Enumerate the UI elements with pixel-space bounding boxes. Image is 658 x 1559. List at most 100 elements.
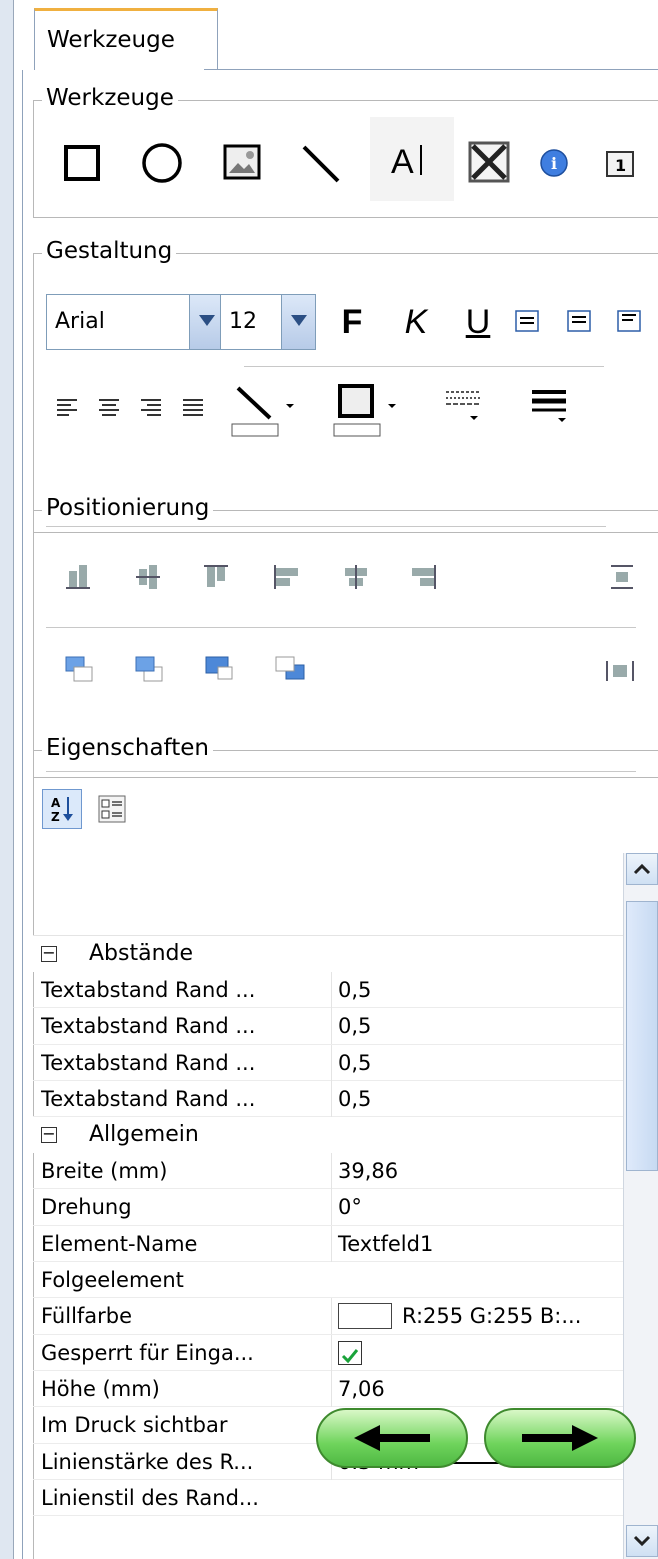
property-key: Drehung (41, 1195, 132, 1220)
property-row[interactable]: Textabstand Rand ... 0,5 (33, 972, 631, 1009)
info-tool-icon[interactable]: i (534, 143, 574, 183)
scroll-down-icon[interactable] (626, 1525, 658, 1557)
text-align-center-icon[interactable] (92, 390, 126, 424)
distribute-horizontal-icon[interactable] (600, 651, 640, 691)
property-key: Gesperrt für Einga... (41, 1340, 254, 1365)
scroll-thumb[interactable] (626, 901, 658, 1171)
property-key: Breite (mm) (41, 1159, 168, 1184)
property-value[interactable]: R:255 G:255 B:... (331, 1298, 631, 1335)
bold-button[interactable]: F (332, 298, 372, 346)
category-allgemein[interactable]: − Allgemein (33, 1117, 631, 1154)
text-align-right-icon[interactable] (134, 390, 168, 424)
align-middle-icon[interactable] (564, 306, 594, 336)
fill-color-icon[interactable] (326, 380, 398, 438)
svg-text:Z: Z (51, 810, 60, 824)
group-title-eigenschaften: Eigenschaften (42, 733, 213, 763)
font-size-value: 12 (229, 309, 257, 334)
distribute-vertical-icon[interactable] (604, 559, 640, 595)
image-tool-icon[interactable] (216, 137, 268, 189)
svg-text:1: 1 (615, 156, 626, 175)
category-abstaende[interactable]: − Abstände (33, 936, 631, 972)
property-key: Füllfarbe (41, 1304, 133, 1329)
property-key: Element-Name (41, 1231, 198, 1256)
property-value[interactable]: 0,5 (331, 972, 631, 1008)
property-key: Linienstil des Rand... (41, 1485, 259, 1510)
category-label: Allgemein (89, 1122, 199, 1148)
font-family-select[interactable]: Arial (46, 294, 224, 350)
border-style-icon[interactable] (440, 384, 486, 430)
property-row[interactable]: Textabstand Rand ... 0,5 (33, 1044, 631, 1081)
align-top-edges-icon[interactable] (198, 559, 234, 595)
align-vertical-center-icon[interactable] (130, 559, 166, 595)
align-bottom-edges-icon[interactable] (60, 559, 96, 595)
ellipse-tool-icon[interactable] (136, 137, 188, 189)
property-row[interactable]: Element-Name Textfeld1 (33, 1225, 631, 1263)
property-key: Linienstärke des R... (41, 1449, 254, 1474)
align-horizontal-center-icon[interactable] (338, 559, 374, 595)
property-value[interactable] (331, 1334, 631, 1371)
text-align-left-icon[interactable] (50, 390, 84, 424)
property-row[interactable]: Gesperrt für Einga... (33, 1334, 631, 1371)
checkbox-checked[interactable] (338, 1340, 362, 1365)
property-row[interactable]: Füllfarbe R:255 G:255 B:... (33, 1298, 631, 1335)
property-row[interactable]: Textabstand Rand ... 0,5 (33, 1008, 631, 1045)
group-title-positionierung: Positionierung (42, 493, 214, 523)
property-row[interactable]: Höhe (mm) 7,06 (33, 1370, 631, 1408)
back-button[interactable] (316, 1408, 468, 1468)
property-key: Textabstand Rand ... (41, 978, 256, 1002)
property-value[interactable]: 0,5 (331, 1044, 631, 1081)
send-to-back-icon[interactable] (270, 651, 310, 691)
bring-forward-icon[interactable] (130, 651, 170, 691)
property-value[interactable]: 0,5 (331, 1080, 631, 1117)
collapse-icon[interactable]: − (41, 945, 57, 962)
property-key: Textabstand Rand ... (41, 1086, 256, 1111)
text-tool-icon[interactable]: A (370, 117, 454, 201)
property-value[interactable]: 0° (331, 1189, 631, 1226)
property-row[interactable]: Folgeelement (33, 1262, 631, 1299)
align-left-edges-icon[interactable] (268, 559, 304, 595)
bring-to-front-icon[interactable] (60, 651, 100, 691)
group-gestaltung: Gestaltung Arial 12 F K U (33, 236, 658, 533)
color-swatch (338, 1303, 392, 1330)
send-backward-icon[interactable] (200, 651, 240, 691)
collapse-icon[interactable]: − (41, 1126, 57, 1144)
property-value[interactable]: 0,5 (331, 1008, 631, 1045)
property-key: Textabstand Rand ... (41, 1014, 256, 1039)
chevron-down-icon[interactable] (189, 295, 223, 349)
align-bottom-icon[interactable] (614, 306, 644, 336)
property-row[interactable]: Textabstand Rand ... 0,5 (33, 1080, 631, 1118)
font-size-select[interactable]: 12 (220, 294, 316, 350)
font-family-value: Arial (55, 309, 105, 334)
row-divider (244, 366, 604, 367)
panel-edge (0, 0, 14, 1559)
categorized-view-icon[interactable] (92, 789, 132, 829)
property-value[interactable]: Textfeld1 (331, 1225, 631, 1262)
chevron-down-icon[interactable] (281, 295, 315, 349)
scroll-up-icon[interactable] (626, 853, 658, 885)
property-row[interactable]: Breite (mm) 39,86 (33, 1153, 631, 1190)
arrow-left-icon (354, 1425, 430, 1451)
underline-button[interactable]: U (458, 298, 498, 346)
text-justify-icon[interactable] (176, 390, 210, 424)
forward-button[interactable] (484, 1408, 636, 1468)
line-tool-icon[interactable] (292, 137, 348, 189)
arrow-right-icon (522, 1425, 598, 1451)
align-top-icon[interactable] (512, 306, 542, 336)
property-key: Folgeelement (41, 1268, 184, 1293)
placeholder-tool-icon[interactable] (462, 135, 516, 189)
line-color-icon[interactable] (224, 380, 296, 438)
border-width-icon[interactable] (528, 384, 574, 430)
property-row[interactable]: Linienstil des Rand... (33, 1480, 631, 1517)
color-value: R:255 G:255 B:... (402, 1304, 582, 1329)
page-number-tool-icon[interactable]: 1 (600, 145, 640, 183)
property-value[interactable]: 7,06 (331, 1370, 631, 1407)
panel-content: Werkzeuge A i 1 Gestaltung Arial 12 F K … (22, 70, 658, 1559)
italic-button[interactable]: K (396, 298, 436, 346)
align-right-edges-icon[interactable] (406, 559, 442, 595)
sort-alphabetical-icon[interactable]: AZ (42, 789, 82, 829)
tab-werkzeuge[interactable]: Werkzeuge (34, 8, 218, 70)
property-row[interactable]: Drehung 0° (33, 1189, 631, 1226)
property-value[interactable]: 39,86 (331, 1153, 631, 1190)
rectangle-tool-icon[interactable] (56, 137, 108, 189)
category-label: Abstände (89, 941, 194, 966)
